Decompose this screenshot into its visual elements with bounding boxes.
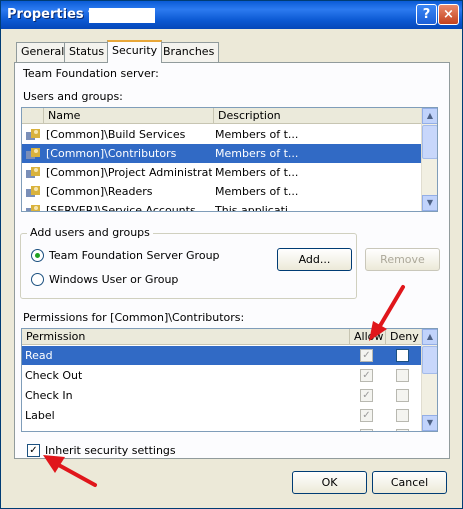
scroll-up-arrow-icon[interactable]: ▲ — [422, 329, 437, 345]
user-name: [Common]\Readers — [46, 185, 153, 198]
title-bar: Properties for ? × — [1, 1, 462, 29]
deny-checkbox[interactable] — [396, 349, 409, 362]
add-users-title: Add users and groups — [27, 226, 153, 239]
radio-tfs-group-label[interactable]: Team Foundation Server Group — [49, 249, 220, 262]
redacted-title-field — [89, 8, 155, 23]
annotation-arrow-icon — [43, 455, 97, 487]
user-name: [Common]\Project Administrators — [46, 166, 212, 179]
allow-checkbox[interactable]: ✓ — [360, 389, 373, 402]
permissions-list-header: Permission Allow Deny — [22, 329, 422, 345]
allow-checkbox[interactable]: ✓ — [360, 369, 373, 382]
group-icon — [26, 148, 40, 159]
cancel-button[interactable]: Cancel — [372, 471, 447, 494]
list-item-selected[interactable]: [Common]\Contributors Members of t... — [22, 144, 422, 163]
permission-name: Read — [25, 349, 53, 362]
scroll-down-arrow-icon[interactable]: ▼ — [422, 195, 437, 211]
perm-header-permission[interactable]: Permission — [22, 329, 350, 345]
radio-windows-user-label[interactable]: Windows User or Group — [49, 273, 178, 286]
group-icon — [26, 167, 40, 178]
list-item[interactable]: [Common]\Build Services Members of t... — [22, 125, 422, 144]
properties-dialog: Properties for ? × General Status Securi… — [0, 0, 463, 509]
users-list-header: Name Description — [22, 108, 422, 124]
users-header-description[interactable]: Description — [214, 108, 422, 124]
scroll-thumb[interactable] — [422, 346, 437, 374]
permission-name: Label — [25, 409, 55, 422]
allow-checkbox[interactable]: ✓ — [360, 409, 373, 422]
tfs-server-label: Team Foundation server: — [23, 67, 159, 80]
users-header-name[interactable]: Name — [44, 108, 214, 124]
close-button[interactable]: × — [438, 4, 459, 25]
group-icon — [26, 186, 40, 197]
tab-branches[interactable]: Branches — [158, 42, 220, 62]
allow-checkbox[interactable] — [360, 429, 373, 431]
group-icon — [26, 129, 40, 140]
users-header-icon-col[interactable] — [22, 108, 44, 124]
list-item[interactable]: [Common]\Readers Members of t... — [22, 182, 422, 201]
scroll-down-arrow-icon[interactable]: ▼ — [422, 415, 437, 431]
user-description: Members of t... — [215, 147, 299, 160]
ok-button[interactable]: OK — [292, 471, 367, 494]
user-name: [Common]\Contributors — [46, 147, 177, 160]
user-description: This applicati... — [215, 204, 299, 212]
users-list[interactable]: Name Description [Common]\Build Services… — [21, 107, 438, 212]
deny-checkbox[interactable] — [396, 409, 409, 422]
help-button[interactable]: ? — [416, 4, 437, 25]
tab-security[interactable]: Security — [107, 40, 163, 63]
user-description: Members of t... — [215, 166, 299, 179]
scroll-up-arrow-icon[interactable]: ▲ — [422, 108, 437, 124]
deny-checkbox[interactable] — [396, 369, 409, 382]
permission-name: Lo — [25, 429, 38, 431]
permission-name: Check Out — [25, 369, 83, 382]
tab-general[interactable]: General — [16, 42, 70, 62]
permission-name: Check In — [25, 389, 73, 402]
add-button[interactable]: Add... — [277, 248, 352, 271]
allow-checkbox[interactable]: ✓ — [360, 349, 373, 362]
deny-checkbox[interactable] — [396, 429, 409, 431]
remove-button[interactable]: Remove — [365, 248, 440, 271]
user-name: [SERVER]\Service Accounts — [46, 204, 196, 212]
list-item[interactable]: [SERVER]\Service Accounts This applicati… — [22, 201, 422, 212]
tab-status[interactable]: Status — [64, 42, 110, 62]
user-description: Members of t... — [215, 128, 299, 141]
scroll-thumb[interactable] — [422, 125, 437, 159]
user-name: [Common]\Build Services — [46, 128, 186, 141]
permissions-label: Permissions for [Common]\Contributors: — [23, 311, 245, 324]
deny-checkbox[interactable] — [396, 389, 409, 402]
radio-tfs-group[interactable] — [31, 249, 44, 262]
users-groups-label: Users and groups: — [23, 90, 123, 103]
radio-windows-user[interactable] — [31, 273, 44, 286]
annotation-arrow-icon — [369, 285, 405, 341]
list-item[interactable]: [Common]\Project Administrators Members … — [22, 163, 422, 182]
users-scrollbar[interactable]: ▲ ▼ — [421, 108, 437, 211]
permissions-scrollbar[interactable]: ▲ ▼ — [421, 329, 437, 431]
user-description: Members of t... — [215, 185, 299, 198]
group-icon — [26, 205, 40, 211]
